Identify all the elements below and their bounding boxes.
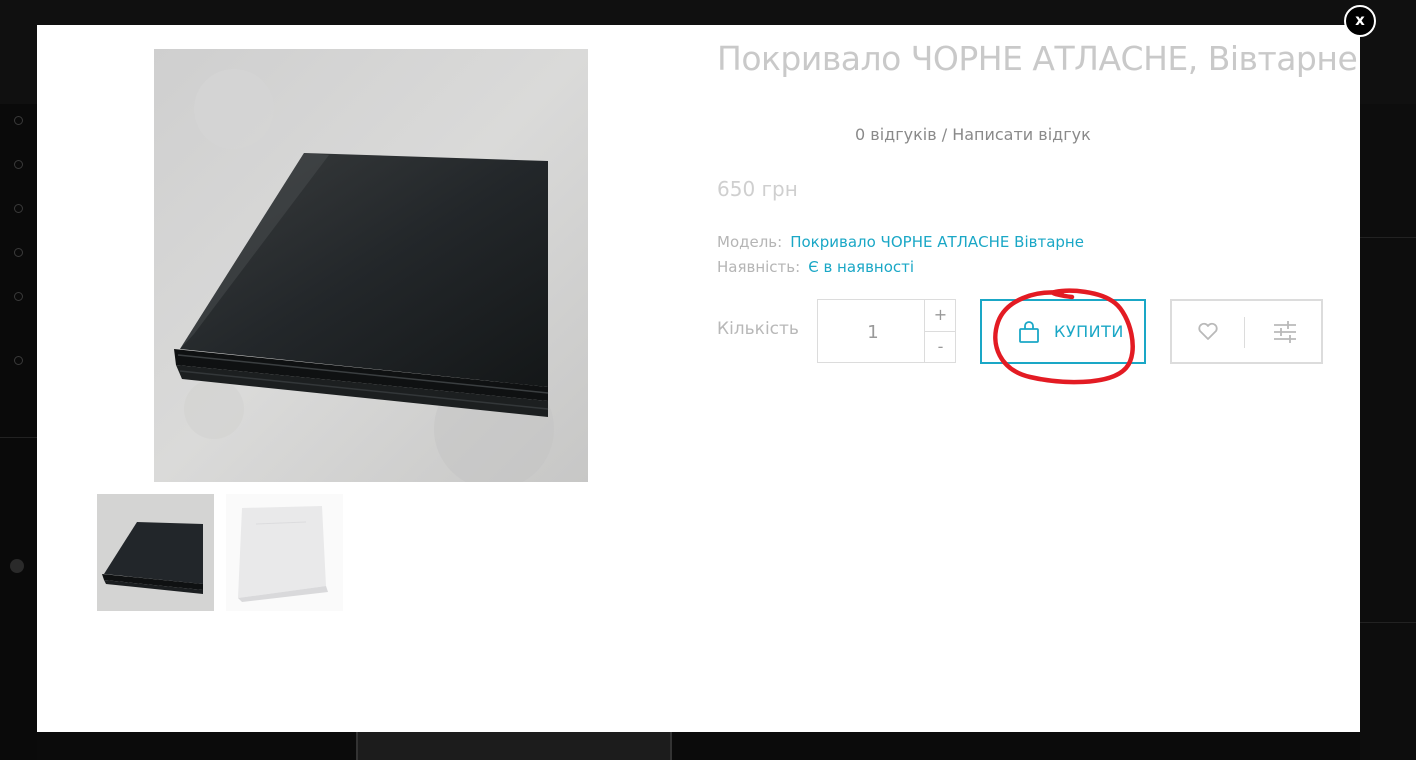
availability-value: Є в наявності — [808, 258, 915, 276]
background-banner — [356, 732, 672, 760]
model-label: Модель: — [717, 233, 783, 251]
thumbnail-black-cloth[interactable] — [97, 494, 214, 611]
background-divider — [0, 437, 37, 438]
buy-button[interactable]: КУПИТИ — [980, 299, 1146, 364]
background-bullet — [14, 356, 23, 365]
black-cloth-thumbnail-image — [97, 494, 214, 611]
product-title: Покривало ЧОРНЕ АТЛАСНЕ, Вівтарне — [717, 39, 1358, 78]
background-bullet — [14, 116, 23, 125]
reviews-count-link[interactable]: 0 відгуків — [855, 125, 937, 144]
background-divider — [1360, 622, 1416, 623]
background-right-column — [1360, 104, 1416, 760]
availability-row: Наявність: Є в наявності — [717, 258, 914, 276]
compare-icon[interactable] — [1272, 319, 1298, 349]
heart-icon[interactable] — [1196, 319, 1220, 347]
background-slider-handle — [10, 559, 24, 573]
background-bullet — [14, 292, 23, 301]
bag-icon — [1018, 321, 1040, 347]
background-bullet — [14, 248, 23, 257]
model-row: Модель: Покривало ЧОРНЕ АТЛАСНЕ Вівтарне — [717, 233, 1084, 251]
write-review-link[interactable]: Написати відгук — [952, 125, 1091, 144]
reviews-line: 0 відгуків / Написати відгук — [855, 125, 1091, 144]
model-value: Покривало ЧОРНЕ АТЛАСНЕ Вівтарне — [790, 233, 1084, 251]
reviews-separator: / — [936, 125, 953, 144]
background-bullet — [14, 204, 23, 213]
availability-label: Наявність: — [717, 258, 801, 276]
product-price: 650 грн — [717, 177, 798, 201]
quantity-decrease-button[interactable]: - — [925, 332, 956, 363]
background-sidebar — [0, 104, 37, 760]
white-cloth-thumbnail-image — [226, 494, 343, 611]
product-main-image[interactable] — [154, 49, 588, 482]
product-actions — [1170, 299, 1323, 364]
thumbnail-white-cloth[interactable] — [226, 494, 343, 611]
quick-view-modal: Покривало ЧОРНЕ АТЛАСНЕ, Вівтарне 0 відг… — [37, 25, 1360, 732]
quantity-buttons: + - — [924, 300, 956, 362]
buy-button-label: КУПИТИ — [1054, 322, 1124, 341]
quantity-label: Кількість — [717, 319, 799, 339]
background-divider — [1360, 237, 1416, 238]
background-bullet — [14, 160, 23, 169]
black-cloth-image — [154, 49, 588, 482]
actions-divider — [1244, 317, 1245, 348]
close-button[interactable]: x — [1344, 5, 1376, 37]
quantity-input[interactable] — [818, 300, 928, 364]
quantity-increase-button[interactable]: + — [925, 300, 956, 332]
quantity-stepper: + - — [817, 299, 956, 364]
